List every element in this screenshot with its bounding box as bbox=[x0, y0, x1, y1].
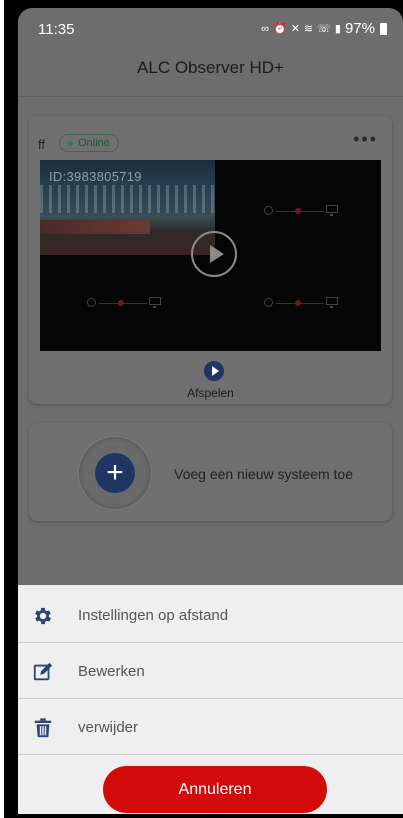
edit-icon bbox=[33, 662, 53, 681]
status-badge: Online bbox=[59, 134, 119, 152]
cancel-button[interactable]: Annuleren bbox=[103, 766, 327, 813]
thumbnail-id: ID:3983805719 bbox=[49, 169, 142, 184]
playback-label[interactable]: Afspelen bbox=[29, 386, 392, 400]
app-screen: 11:35 ∞ ⏰ ✕ ≋ ☏ ▮ 97% ALC Observer HD+ f… bbox=[18, 8, 403, 814]
page-title: ALC Observer HD+ bbox=[137, 58, 284, 77]
device-name: ff bbox=[38, 137, 45, 152]
action-sheet: Instellingen op afstand Bewerken verwijd… bbox=[18, 585, 403, 814]
add-system-label[interactable]: Voeg een nieuw systeem toe bbox=[174, 466, 353, 482]
wifi-call-icon: ☏ bbox=[317, 23, 332, 35]
sheet-item-label: Instellingen op afstand bbox=[78, 607, 229, 624]
battery-level: 97% bbox=[344, 20, 375, 37]
plus-icon[interactable]: + bbox=[95, 453, 135, 493]
alarm-icon: ⏰ bbox=[273, 23, 288, 35]
trash-icon bbox=[34, 718, 52, 738]
channel-4-link-icon bbox=[264, 297, 344, 309]
play-icon[interactable] bbox=[191, 231, 237, 277]
add-system-card[interactable]: + Voeg een nieuw systeem toe bbox=[29, 423, 392, 521]
sheet-item-delete[interactable]: verwijder bbox=[18, 699, 403, 755]
link-icon: ∞ bbox=[261, 22, 270, 35]
gear-icon bbox=[35, 607, 51, 625]
wifi-icon: ≋ bbox=[303, 23, 315, 35]
channel-2-link-icon bbox=[264, 205, 344, 217]
signal-icon: ▮ bbox=[334, 23, 342, 35]
sheet-item-label: verwijder bbox=[78, 719, 139, 736]
sheet-item-remote-settings[interactable]: Instellingen op afstand bbox=[18, 587, 403, 643]
thumbnail-texture-lower bbox=[40, 220, 150, 234]
status-label: Online bbox=[78, 137, 110, 149]
more-horizontal-icon[interactable]: ••• bbox=[353, 129, 378, 150]
status-icons: ∞ ⏰ ✕ ≋ ☏ ▮ 97% bbox=[261, 20, 387, 37]
sheet-item-label: Bewerken bbox=[78, 663, 145, 680]
sheet-item-edit[interactable]: Bewerken bbox=[18, 643, 403, 699]
status-time: 11:35 bbox=[38, 21, 75, 38]
online-dot-icon bbox=[68, 140, 73, 146]
phone-frame: 11:35 ∞ ⏰ ✕ ≋ ☏ ▮ 97% ALC Observer HD+ f… bbox=[4, 0, 403, 818]
mute-icon: ✕ bbox=[290, 23, 301, 35]
channel-3-link-icon bbox=[87, 297, 167, 309]
playback-icon[interactable] bbox=[204, 361, 224, 381]
thumbnail-texture bbox=[40, 185, 215, 213]
video-preview[interactable]: ID:3983805719 bbox=[40, 160, 381, 351]
camera-thumbnail: ID:3983805719 bbox=[40, 160, 215, 255]
battery-icon bbox=[380, 22, 387, 35]
device-card[interactable]: ff Online ••• ID:3983805719 Afspelen bbox=[29, 116, 392, 404]
header-divider bbox=[18, 96, 403, 97]
status-bar: 11:35 ∞ ⏰ ✕ ≋ ☏ ▮ 97% bbox=[18, 8, 403, 50]
